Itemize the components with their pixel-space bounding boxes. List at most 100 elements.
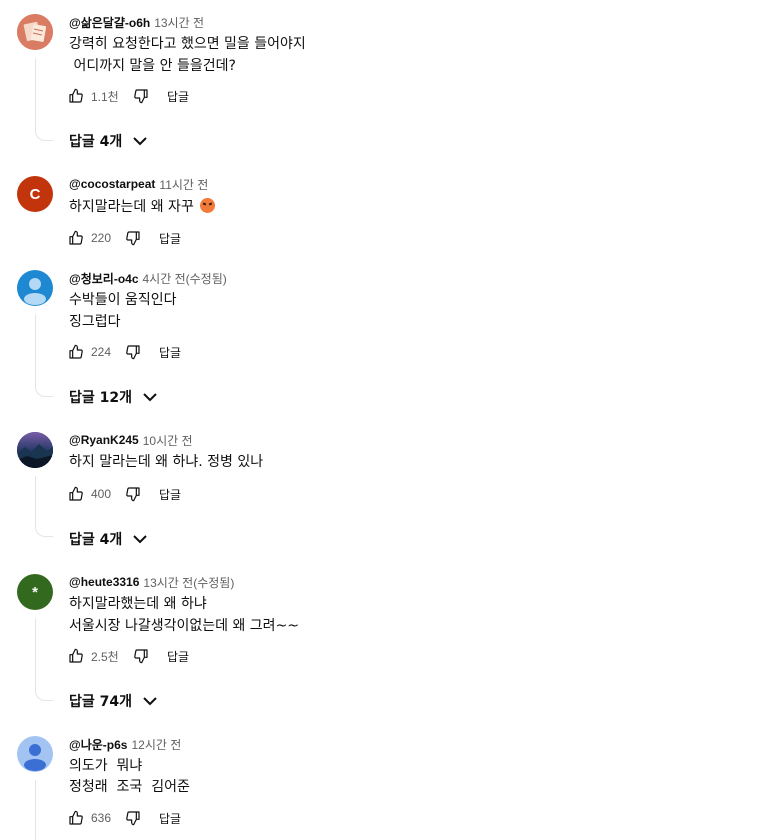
reply-button[interactable]: 답글 — [159, 486, 181, 503]
avatar[interactable]: * — [17, 574, 53, 610]
comment-text-line: 하지 말라는데 왜 하냐. 정병 있나 — [69, 454, 264, 470]
thumbs-down-icon — [126, 345, 140, 360]
thumbs-down-icon — [126, 811, 140, 826]
comment-actions: 220 답글 — [64, 226, 181, 250]
avatar-letter: * — [32, 583, 38, 601]
thumbs-down-icon — [126, 231, 140, 246]
comment-text-line: 서울시장 나갈생각이없는데 왜 그려~~ — [69, 618, 300, 634]
thumbs-up-icon — [69, 344, 83, 359]
like-count: 2.5천 — [91, 649, 119, 664]
comment-text-line: 정청래 조국 김어준 — [69, 779, 190, 795]
replies-label: 답글 12개 — [69, 390, 132, 406]
thread-line — [35, 476, 53, 537]
timestamp[interactable]: 13시간 전(수정됨) — [143, 574, 234, 591]
comment-text-line: 의도가 뭐냐 — [69, 758, 143, 774]
dislike-button[interactable] — [129, 84, 153, 108]
view-replies-button[interactable]: 답글 74개 — [69, 689, 162, 713]
comment-actions: 636 답글 — [64, 806, 181, 830]
comment-actions: 400 답글 — [64, 482, 181, 506]
timestamp[interactable]: 10시간 전 — [143, 432, 193, 449]
avatar[interactable] — [17, 736, 53, 772]
chevron-down-icon — [143, 697, 157, 706]
avatar[interactable] — [17, 432, 53, 468]
comment-text-line: 징그럽다 — [69, 314, 121, 330]
dislike-button[interactable] — [129, 644, 153, 668]
comment-text-line: 어디까지 말을 안 들을건데? — [69, 58, 236, 74]
chevron-down-icon — [133, 137, 147, 146]
comment-text-line: 하지말라했는데 왜 하냐 — [69, 596, 207, 612]
thumbs-up-icon — [69, 648, 83, 663]
view-replies-button[interactable]: 답글 4개 — [69, 527, 152, 551]
timestamp[interactable]: 12시간 전 — [131, 736, 181, 753]
replies-label: 답글 4개 — [69, 134, 123, 150]
reply-button[interactable]: 답글 — [167, 88, 189, 105]
comment-meta: @RyanK245 10시간 전 — [69, 432, 193, 448]
replies-label: 답글 74개 — [69, 694, 132, 710]
like-count: 224 — [91, 345, 112, 359]
like-button[interactable] — [64, 482, 88, 506]
comment-meta: @cocostarpeat 11시간 전 — [69, 176, 208, 192]
comment-actions: 224 답글 — [64, 340, 181, 364]
reply-button[interactable]: 답글 — [159, 344, 181, 361]
thumbs-down-icon — [134, 89, 148, 104]
comment-text-line: 수박들이 움직인다 — [69, 292, 177, 308]
thread-line — [35, 314, 53, 397]
like-button[interactable] — [64, 84, 88, 108]
landscape-avatar-icon — [17, 432, 53, 468]
thread-line — [35, 780, 53, 840]
like-count: 1.1천 — [91, 89, 119, 104]
reply-button[interactable]: 답글 — [167, 648, 189, 665]
thumbs-down-icon — [126, 487, 140, 502]
chevron-down-icon — [143, 393, 157, 402]
avatar-letter: C — [29, 185, 41, 203]
timestamp[interactable]: 4시간 전(수정됨) — [143, 270, 227, 287]
dislike-button[interactable] — [121, 806, 145, 830]
author-handle[interactable]: @삶은달걀-o6h — [69, 14, 150, 31]
thumbs-up-icon — [69, 88, 83, 103]
avatar[interactable]: C — [17, 176, 53, 212]
reply-button[interactable]: 답글 — [159, 810, 181, 827]
thumbs-up-icon — [69, 230, 83, 245]
view-replies-button[interactable]: 답글 12개 — [69, 385, 162, 409]
dislike-button[interactable] — [121, 340, 145, 364]
default-avatar-icon — [24, 278, 46, 305]
comment-meta: @나운-p6s 12시간 전 — [69, 736, 181, 752]
thread-line — [35, 618, 53, 701]
like-button[interactable] — [64, 226, 88, 250]
comment-text: 하지말라는데 왜 자꾸 — [69, 199, 194, 215]
chevron-down-icon — [133, 535, 147, 544]
comment-text-line: 하지말라는데 왜 자꾸 — [69, 196, 216, 218]
dislike-button[interactable] — [121, 482, 145, 506]
dislike-button[interactable] — [121, 226, 145, 250]
like-button[interactable] — [64, 806, 88, 830]
like-button[interactable] — [64, 340, 88, 364]
comment-meta: @삶은달걀-o6h 13시간 전 — [69, 14, 204, 30]
avatar[interactable] — [17, 270, 53, 306]
thread-line — [35, 58, 53, 141]
replies-label: 답글 4개 — [69, 532, 123, 548]
author-handle[interactable]: @heute3316 — [69, 575, 139, 589]
avatar[interactable] — [17, 14, 53, 50]
author-handle[interactable]: @청보리-o4c — [69, 270, 139, 287]
comment-meta: @heute3316 13시간 전(수정됨) — [69, 574, 234, 590]
thumbs-up-icon — [69, 486, 83, 501]
angry-face-icon — [200, 198, 216, 213]
like-count: 220 — [91, 231, 112, 245]
author-handle[interactable]: @나운-p6s — [69, 736, 127, 753]
timestamp[interactable]: 13시간 전 — [154, 14, 204, 31]
thumbs-up-icon — [69, 810, 83, 825]
default-avatar-icon — [24, 744, 46, 771]
author-handle[interactable]: @cocostarpeat — [69, 177, 155, 191]
timestamp[interactable]: 11시간 전 — [159, 176, 208, 193]
thumbs-down-icon — [134, 649, 148, 664]
comment-actions: 2.5천 답글 — [64, 644, 189, 668]
like-count: 400 — [91, 487, 112, 501]
avatar-image-icon — [17, 14, 53, 50]
like-count: 636 — [91, 811, 112, 825]
reply-button[interactable]: 답글 — [159, 230, 181, 247]
author-handle[interactable]: @RyanK245 — [69, 433, 139, 447]
like-button[interactable] — [64, 644, 88, 668]
view-replies-button[interactable]: 답글 4개 — [69, 129, 152, 153]
comment-actions: 1.1천 답글 — [64, 84, 189, 108]
comment-text-line: 강력히 요청한다고 했으면 밀을 들어야지 — [69, 36, 306, 52]
